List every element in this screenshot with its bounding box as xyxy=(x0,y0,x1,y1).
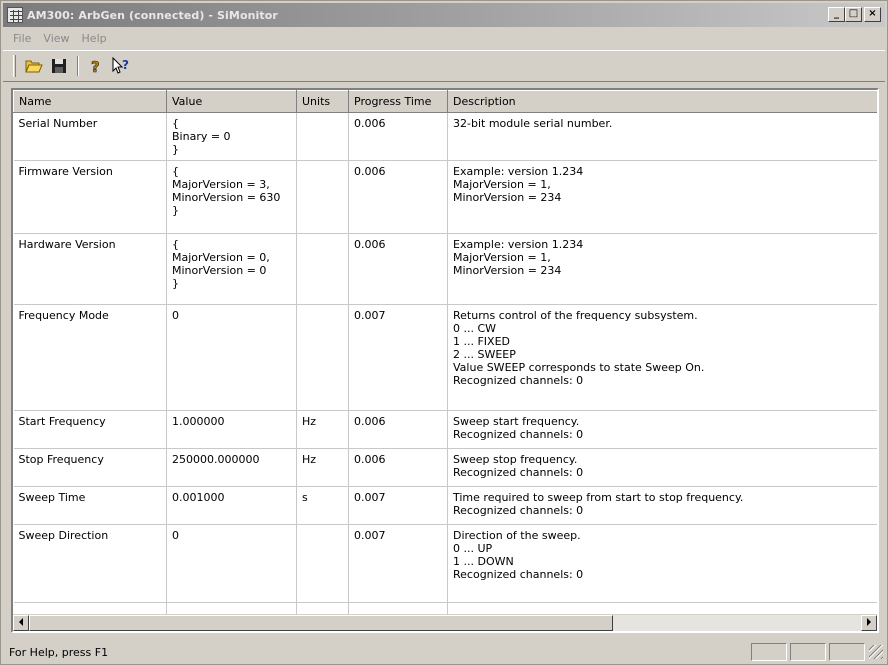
window-title: AM300: ArbGen (connected) - SiMonitor xyxy=(27,8,278,22)
horizontal-scrollbar[interactable] xyxy=(13,614,877,631)
cell-description: Sweep start frequency. Recognized channe… xyxy=(447,410,877,449)
cell-progress-time: 0.006 xyxy=(348,160,448,234)
cell-description: Sweep stop frequency. Recognized channel… xyxy=(447,448,877,487)
save-disk-icon xyxy=(52,59,66,73)
menu-help[interactable]: Help xyxy=(76,32,113,45)
help-icon: ? xyxy=(91,58,100,75)
arrow-left-icon xyxy=(19,618,23,626)
toolbar: ? ? xyxy=(3,50,885,82)
cell-name: Sweep Direction xyxy=(13,524,167,603)
table-row[interactable]: Sweep Time 0.001000 s 0.007 Time require… xyxy=(13,486,877,525)
menu-view[interactable]: View xyxy=(37,32,75,45)
cell-name: Hardware Version xyxy=(13,233,167,305)
column-header-value[interactable]: Value xyxy=(166,90,297,113)
cell-value: { MajorVersion = 0, MinorVersion = 0 } xyxy=(166,233,297,305)
help-button[interactable]: ? xyxy=(84,55,108,77)
table-body: Serial Number { Binary = 0 } 0.006 32-bi… xyxy=(13,112,877,631)
column-header-name[interactable]: Name xyxy=(13,90,167,113)
scroll-right-button[interactable] xyxy=(861,615,877,631)
cell-value: { Binary = 0 } xyxy=(166,112,297,161)
cell-units xyxy=(296,112,349,161)
status-text: For Help, press F1 xyxy=(9,645,109,659)
svg-text:?: ? xyxy=(122,58,129,72)
minimize-button[interactable]: _ xyxy=(828,7,845,22)
table-row[interactable]: Hardware Version { MajorVersion = 0, Min… xyxy=(13,233,877,305)
column-header-description[interactable]: Description xyxy=(447,90,877,113)
status-pane xyxy=(790,643,826,661)
status-bar: For Help, press F1 xyxy=(3,641,885,663)
main-window: AM300: ArbGen (connected) - SiMonitor _ … xyxy=(0,0,888,665)
menu-bar: File View Help xyxy=(3,28,885,48)
cell-units: Hz xyxy=(296,410,349,449)
cell-value: 0.001000 xyxy=(166,486,297,525)
maximize-button[interactable]: □ xyxy=(845,7,862,22)
table-row[interactable]: Serial Number { Binary = 0 } 0.006 32-bi… xyxy=(13,112,877,161)
table-header-row: Name Value Units Progress Time Descripti… xyxy=(13,90,877,113)
window-controls: _ □ × xyxy=(828,7,881,22)
status-pane xyxy=(751,643,787,661)
cell-description: Returns control of the frequency subsyst… xyxy=(447,304,877,411)
cell-name: Frequency Mode xyxy=(13,304,167,411)
cell-units xyxy=(296,233,349,305)
cell-description: Direction of the sweep. 0 ... UP 1 ... D… xyxy=(447,524,877,603)
cell-name: Serial Number xyxy=(13,112,167,161)
cell-progress-time: 0.007 xyxy=(348,524,448,603)
cell-progress-time: 0.006 xyxy=(348,112,448,161)
table-row[interactable]: Start Frequency 1.000000 Hz 0.006 Sweep … xyxy=(13,410,877,449)
cell-units: s xyxy=(296,486,349,525)
cell-name: Start Frequency xyxy=(13,410,167,449)
cell-units xyxy=(296,524,349,603)
app-icon[interactable] xyxy=(7,7,23,23)
cell-name: Stop Frequency xyxy=(13,448,167,487)
menu-file[interactable]: File xyxy=(7,32,37,45)
cell-progress-time: 0.007 xyxy=(348,486,448,525)
cell-name: Firmware Version xyxy=(13,160,167,234)
status-pane xyxy=(829,643,865,661)
cell-value: { MajorVersion = 3, MinorVersion = 630 } xyxy=(166,160,297,234)
cell-name: Sweep Time xyxy=(13,486,167,525)
save-button[interactable] xyxy=(47,55,71,77)
title-bar[interactable]: AM300: ArbGen (connected) - SiMonitor _ … xyxy=(3,3,885,27)
table-row[interactable]: Frequency Mode 0 0.007 Returns control o… xyxy=(13,304,877,411)
close-button[interactable]: × xyxy=(864,7,881,22)
cell-value: 250000.000000 xyxy=(166,448,297,487)
cell-description: Time required to sweep from start to sto… xyxy=(447,486,877,525)
cell-value: 1.000000 xyxy=(166,410,297,449)
cell-units xyxy=(296,304,349,411)
cell-value: 0 xyxy=(166,524,297,603)
svg-text:?: ? xyxy=(91,58,100,75)
arrow-right-icon xyxy=(867,618,871,626)
cell-units xyxy=(296,160,349,234)
cell-units: Hz xyxy=(296,448,349,487)
cell-description: 32-bit module serial number. xyxy=(447,112,877,161)
cell-value: 0 xyxy=(166,304,297,411)
cell-progress-time: 0.006 xyxy=(348,410,448,449)
table-row[interactable]: Firmware Version { MajorVersion = 3, Min… xyxy=(13,160,877,234)
table-row[interactable]: Sweep Direction 0 0.007 Direction of the… xyxy=(13,524,877,603)
cell-progress-time: 0.006 xyxy=(348,233,448,305)
parameter-table: Name Value Units Progress Time Descripti… xyxy=(13,90,877,631)
context-help-icon: ? xyxy=(112,57,129,74)
scroll-left-button[interactable] xyxy=(13,615,29,631)
cell-description: Example: version 1.234 MajorVersion = 1,… xyxy=(447,160,877,234)
context-help-button[interactable]: ? xyxy=(109,55,133,77)
table-row[interactable]: Stop Frequency 250000.000000 Hz 0.006 Sw… xyxy=(13,448,877,487)
cell-progress-time: 0.007 xyxy=(348,304,448,411)
cell-progress-time: 0.006 xyxy=(348,448,448,487)
column-header-units[interactable]: Units xyxy=(296,90,349,113)
open-button[interactable] xyxy=(22,55,46,77)
column-header-progress-time[interactable]: Progress Time xyxy=(348,90,448,113)
scrollbar-thumb[interactable] xyxy=(29,615,613,631)
toolbar-separator xyxy=(77,56,79,76)
toolbar-grip[interactable] xyxy=(13,55,16,77)
parameter-list[interactable]: Name Value Units Progress Time Descripti… xyxy=(11,88,879,633)
open-folder-icon xyxy=(25,60,43,73)
cell-description: Example: version 1.234 MajorVersion = 1,… xyxy=(447,233,877,305)
resize-grip[interactable] xyxy=(869,645,883,659)
